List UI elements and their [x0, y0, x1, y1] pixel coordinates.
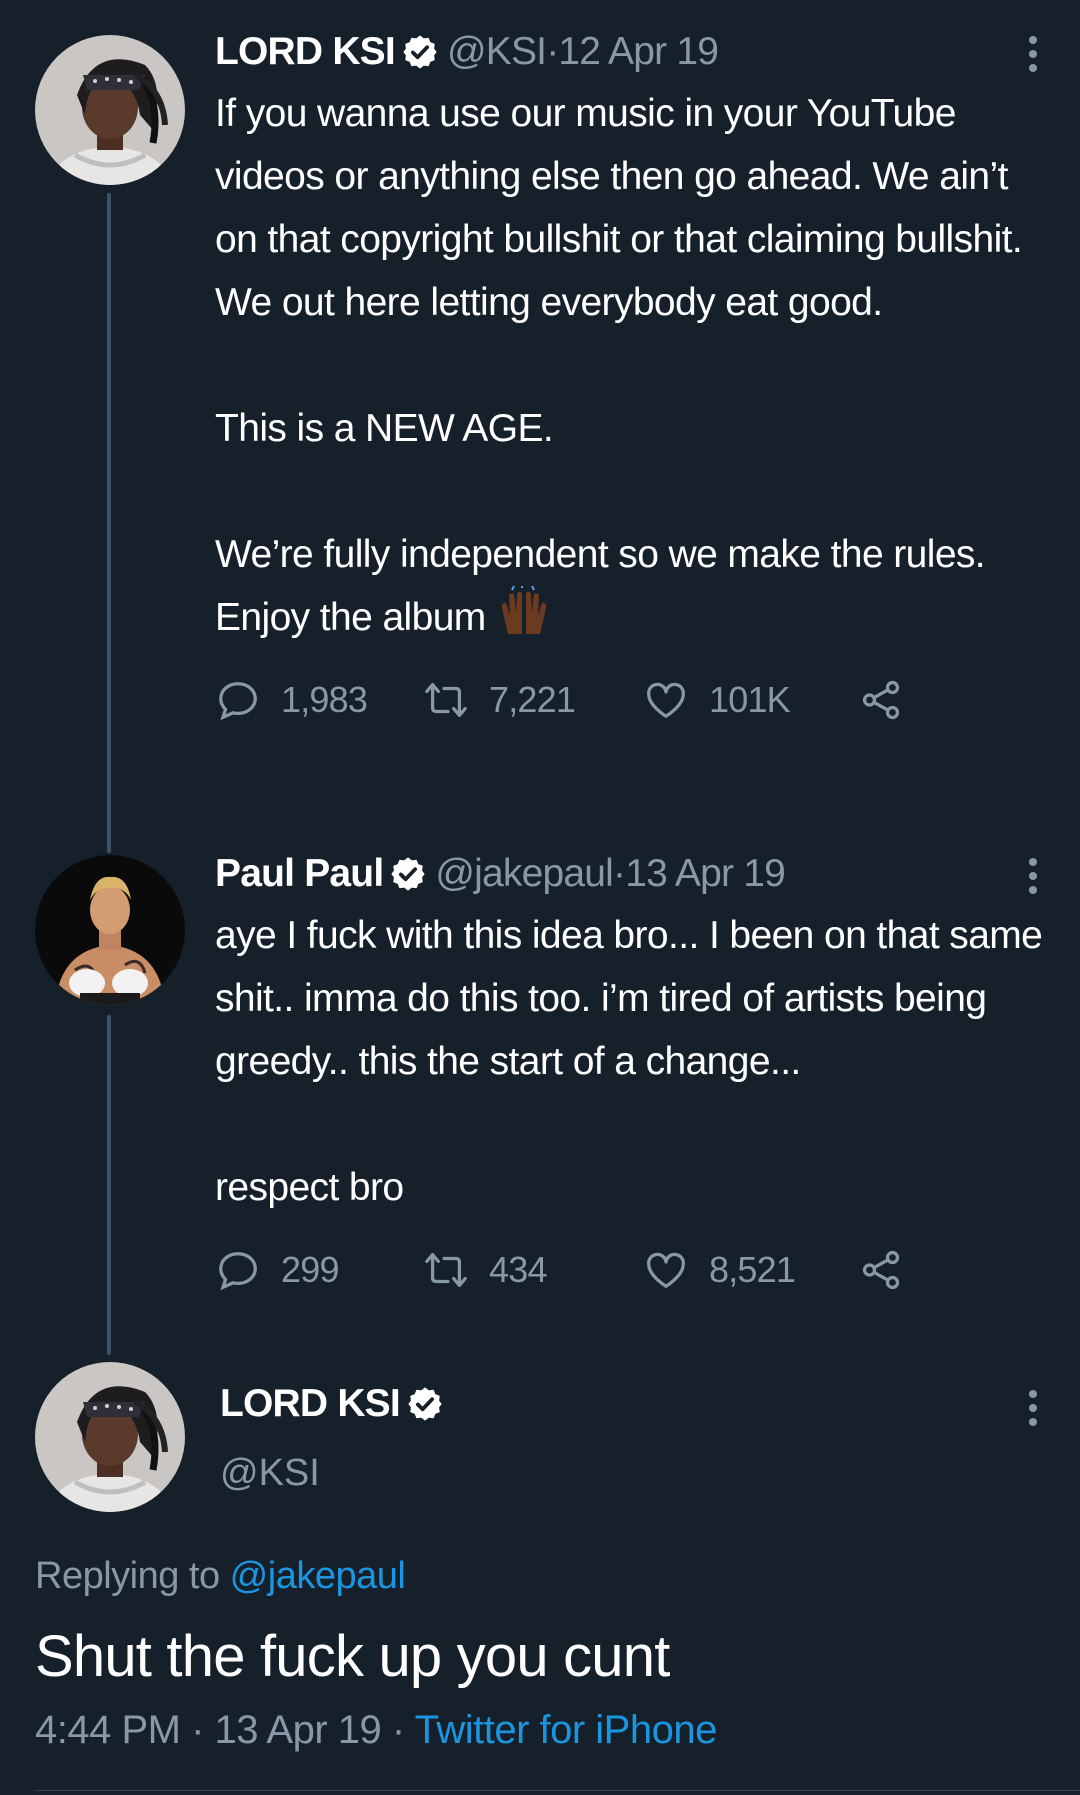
- reply-count: 1,983: [281, 679, 368, 720]
- avatar-jakepaul[interactable]: [35, 855, 185, 1005]
- reply-button[interactable]: 1,983: [215, 677, 423, 723]
- verified-badge-icon: [401, 33, 439, 71]
- reply-icon: [219, 1252, 257, 1291]
- retweet-count: 7,221: [489, 679, 576, 720]
- more-icon[interactable]: [1021, 856, 1045, 896]
- author-name[interactable]: LORD KSI: [220, 1382, 401, 1426]
- separator: ·: [613, 852, 626, 895]
- more-icon[interactable]: [1021, 34, 1045, 74]
- tweet-header: Paul Paul @jakepaul · 13 Apr 19: [215, 852, 1045, 896]
- avatar-ksi[interactable]: [35, 1362, 185, 1512]
- tweet-ksi[interactable]: LORD KSI @KSI · 12 Apr 19 If you wanna u…: [215, 30, 1045, 725]
- separator: ·: [180, 1708, 215, 1752]
- tweet-text: If you wanna use our music in your YouTu…: [215, 82, 1045, 649]
- separator: ·: [546, 30, 559, 73]
- divider: [35, 1790, 1080, 1791]
- separator: ·: [381, 1708, 415, 1752]
- like-button[interactable]: 101K: [643, 677, 858, 723]
- replying-to-link[interactable]: @jakepaul: [230, 1555, 406, 1597]
- like-button[interactable]: 8,521: [643, 1247, 858, 1293]
- tweet-text: aye I fuck with this idea bro... I been …: [215, 914, 1043, 1209]
- author-handle[interactable]: @jakepaul: [435, 852, 613, 896]
- author-handle[interactable]: @KSI: [220, 1452, 452, 1495]
- retweet-icon: [425, 683, 467, 717]
- like-icon: [647, 1252, 685, 1288]
- tweet-actions: 299 434 8,521: [215, 1245, 1045, 1295]
- reply-count: 299: [281, 1249, 339, 1290]
- retweet-button[interactable]: 434: [423, 1247, 643, 1293]
- author-handle[interactable]: @KSI: [447, 30, 547, 74]
- replying-to: Replying to @jakepaul: [35, 1555, 406, 1598]
- retweet-count: 434: [489, 1249, 547, 1290]
- thread-line: [107, 193, 111, 853]
- like-count: 8,521: [709, 1249, 796, 1290]
- tweet-date[interactable]: 12 Apr 19: [558, 30, 719, 74]
- retweet-icon: [425, 1253, 467, 1287]
- tweet-source-link[interactable]: Twitter for iPhone: [415, 1708, 718, 1752]
- tweet-jakepaul[interactable]: Paul Paul @jakepaul · 13 Apr 19 aye I fu…: [215, 852, 1045, 1295]
- tweet-date[interactable]: 13 Apr 19: [625, 852, 786, 896]
- reply-button[interactable]: 299: [215, 1247, 423, 1293]
- tweet-time[interactable]: 4:44 PM: [35, 1708, 181, 1752]
- like-count: 101K: [709, 679, 791, 720]
- tweet-date[interactable]: 13 Apr 19: [215, 1708, 382, 1752]
- share-icon[interactable]: [858, 677, 904, 723]
- share-icon[interactable]: [858, 1247, 904, 1293]
- avatar-ksi[interactable]: [35, 35, 185, 185]
- verified-badge-icon: [406, 1385, 444, 1423]
- author-name[interactable]: LORD KSI: [215, 30, 396, 74]
- thread-line: [107, 1015, 111, 1355]
- main-author-name-row: LORD KSI: [220, 1382, 452, 1426]
- like-icon: [647, 682, 685, 718]
- more-icon[interactable]: [1021, 1388, 1045, 1428]
- reply-icon: [219, 682, 257, 721]
- replying-prefix: Replying to: [35, 1555, 230, 1597]
- main-tweet-text: Shut the fuck up you cunt: [35, 1624, 670, 1689]
- tweet-text-content: If you wanna use our music in your YouTu…: [215, 92, 1023, 639]
- main-tweet-author[interactable]: LORD KSI @KSI: [220, 1382, 452, 1495]
- tweet-header: LORD KSI @KSI · 12 Apr 19: [215, 30, 1045, 74]
- author-name[interactable]: Paul Paul: [215, 852, 384, 896]
- retweet-button[interactable]: 7,221: [423, 677, 643, 723]
- raising-hands-emoji: [496, 586, 552, 636]
- tweet-actions: 1,983 7,221 101K: [215, 675, 1045, 725]
- verified-badge-icon: [389, 855, 427, 893]
- main-tweet-timestamp: 4:44 PM · 13 Apr 19 · Twitter for iPhone: [35, 1708, 717, 1753]
